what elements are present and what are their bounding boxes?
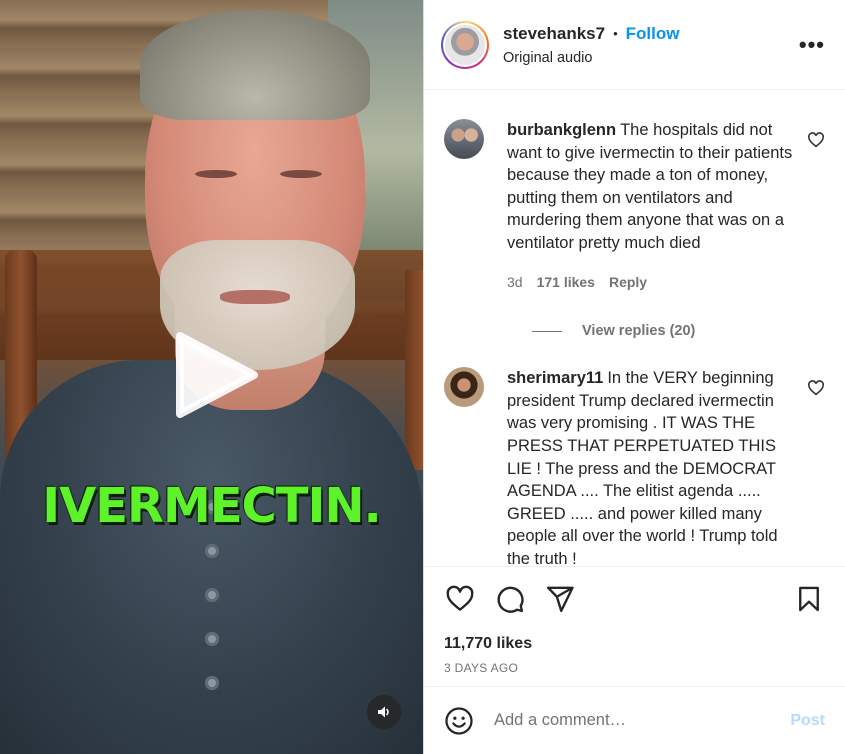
bookmark-icon xyxy=(799,586,819,612)
comment-text: The hospitals did not want to give iverm… xyxy=(507,121,793,252)
view-replies-button[interactable]: View replies (20) xyxy=(532,323,825,339)
separator-dot: • xyxy=(613,26,618,41)
post-comment-button[interactable]: Post xyxy=(790,712,825,730)
comments-list[interactable]: burbankglenn The hospitals did not want t… xyxy=(424,91,845,566)
emoji-icon[interactable] xyxy=(444,706,474,736)
right-eye xyxy=(280,170,322,178)
commenter-avatar[interactable] xyxy=(444,367,484,408)
commenter-avatar[interactable] xyxy=(444,119,484,159)
comment-username[interactable]: sherimary11 xyxy=(507,369,603,387)
video-player[interactable]: IVERMECTIN. xyxy=(0,0,423,754)
like-count[interactable]: 11,770 likes xyxy=(444,635,825,653)
heart-icon xyxy=(446,585,474,611)
post-side-panel: stevehanks7 • Follow Original audio ••• … xyxy=(423,0,845,754)
play-icon xyxy=(176,332,258,418)
more-options-button[interactable]: ••• xyxy=(799,32,825,58)
post-header: stevehanks7 • Follow Original audio ••• xyxy=(424,0,845,90)
follow-button[interactable]: Follow xyxy=(626,24,680,44)
hair xyxy=(140,10,370,120)
comment-age[interactable]: 3d xyxy=(507,271,523,294)
share-button[interactable] xyxy=(544,583,576,615)
chair-post-right xyxy=(405,270,423,470)
comment-button[interactable] xyxy=(494,583,526,615)
comment-like-heart-icon[interactable] xyxy=(807,131,825,149)
like-button[interactable] xyxy=(444,583,476,615)
send-icon xyxy=(546,586,574,613)
comment-item: sherimary11 In the VERY beginning preside… xyxy=(444,367,825,566)
reply-button[interactable]: Reply xyxy=(609,271,647,294)
mute-button[interactable] xyxy=(367,695,401,729)
play-button[interactable] xyxy=(170,330,260,420)
add-comment-bar: Post xyxy=(424,686,845,754)
author-avatar[interactable] xyxy=(441,20,489,69)
author-username[interactable]: stevehanks7 xyxy=(503,24,605,44)
comment-text: In the VERY beginning president Trump de… xyxy=(507,369,778,566)
video-caption-overlay: IVERMECTIN. xyxy=(42,478,382,534)
comment-input[interactable] xyxy=(494,711,791,730)
left-eye xyxy=(195,170,237,178)
view-replies-label: View replies (20) xyxy=(582,323,696,340)
audio-link[interactable]: Original audio xyxy=(503,50,799,66)
speaker-icon xyxy=(378,706,389,718)
post-actions: 11,770 likes 3 DAYS AGO xyxy=(424,566,845,686)
comment-likes[interactable]: 171 likes xyxy=(537,271,595,294)
comment-like-heart-icon[interactable] xyxy=(807,379,825,397)
mouth xyxy=(220,290,290,304)
post-timestamp[interactable]: 3 DAYS AGO xyxy=(444,661,825,675)
comment-item: burbankglenn The hospitals did not want t… xyxy=(444,119,825,293)
comment-icon xyxy=(497,586,524,613)
save-button[interactable] xyxy=(793,583,825,615)
comment-username[interactable]: burbankglenn xyxy=(507,121,616,139)
